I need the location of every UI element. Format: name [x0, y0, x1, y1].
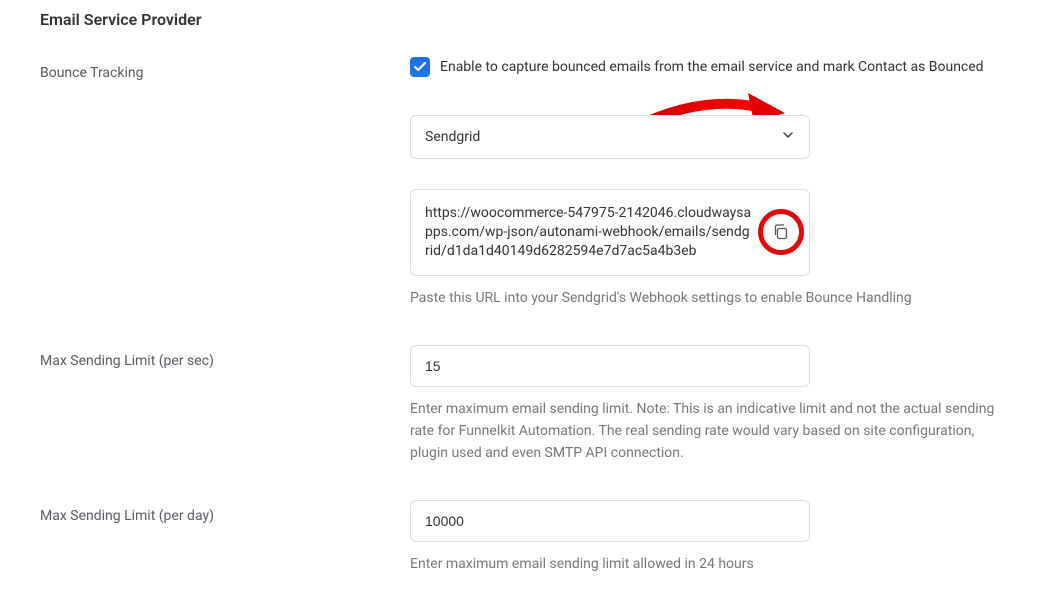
bounce-tracking-checkbox[interactable] — [410, 57, 430, 77]
check-icon — [414, 62, 426, 72]
webhook-url-box: https://woocommerce-547975-2142046.cloud… — [410, 189, 810, 276]
max-sending-per-sec-row: Max Sending Limit (per sec) Enter maximu… — [40, 345, 1002, 464]
copy-webhook-button[interactable] — [763, 214, 799, 250]
webhook-help-text: Paste this URL into your Sendgrid's Webh… — [410, 288, 1002, 310]
copy-icon — [772, 223, 790, 241]
section-title: Email Service Provider — [40, 10, 1002, 29]
max-sending-per-sec-label: Max Sending Limit (per sec) — [40, 345, 410, 369]
max-sending-per-day-input[interactable] — [410, 500, 810, 542]
max-sending-per-sec-help: Enter maximum email sending limit. Note:… — [410, 399, 1002, 464]
provider-selected-value: Sendgrid — [425, 129, 480, 145]
chevron-down-icon — [781, 128, 795, 146]
max-sending-per-day-help: Enter maximum email sending limit allowe… — [410, 554, 1002, 576]
webhook-url-text: https://woocommerce-547975-2142046.cloud… — [425, 205, 751, 259]
provider-select[interactable]: Sendgrid — [410, 115, 810, 159]
max-sending-per-day-label: Max Sending Limit (per day) — [40, 500, 410, 524]
bounce-tracking-row: Bounce Tracking Enable to capture bounce… — [40, 57, 1002, 309]
bounce-tracking-label: Bounce Tracking — [40, 57, 410, 81]
bounce-tracking-checkbox-label: Enable to capture bounced emails from th… — [440, 59, 984, 75]
max-sending-per-sec-input[interactable] — [410, 345, 810, 387]
max-sending-per-day-row: Max Sending Limit (per day) Enter maximu… — [40, 500, 1002, 576]
